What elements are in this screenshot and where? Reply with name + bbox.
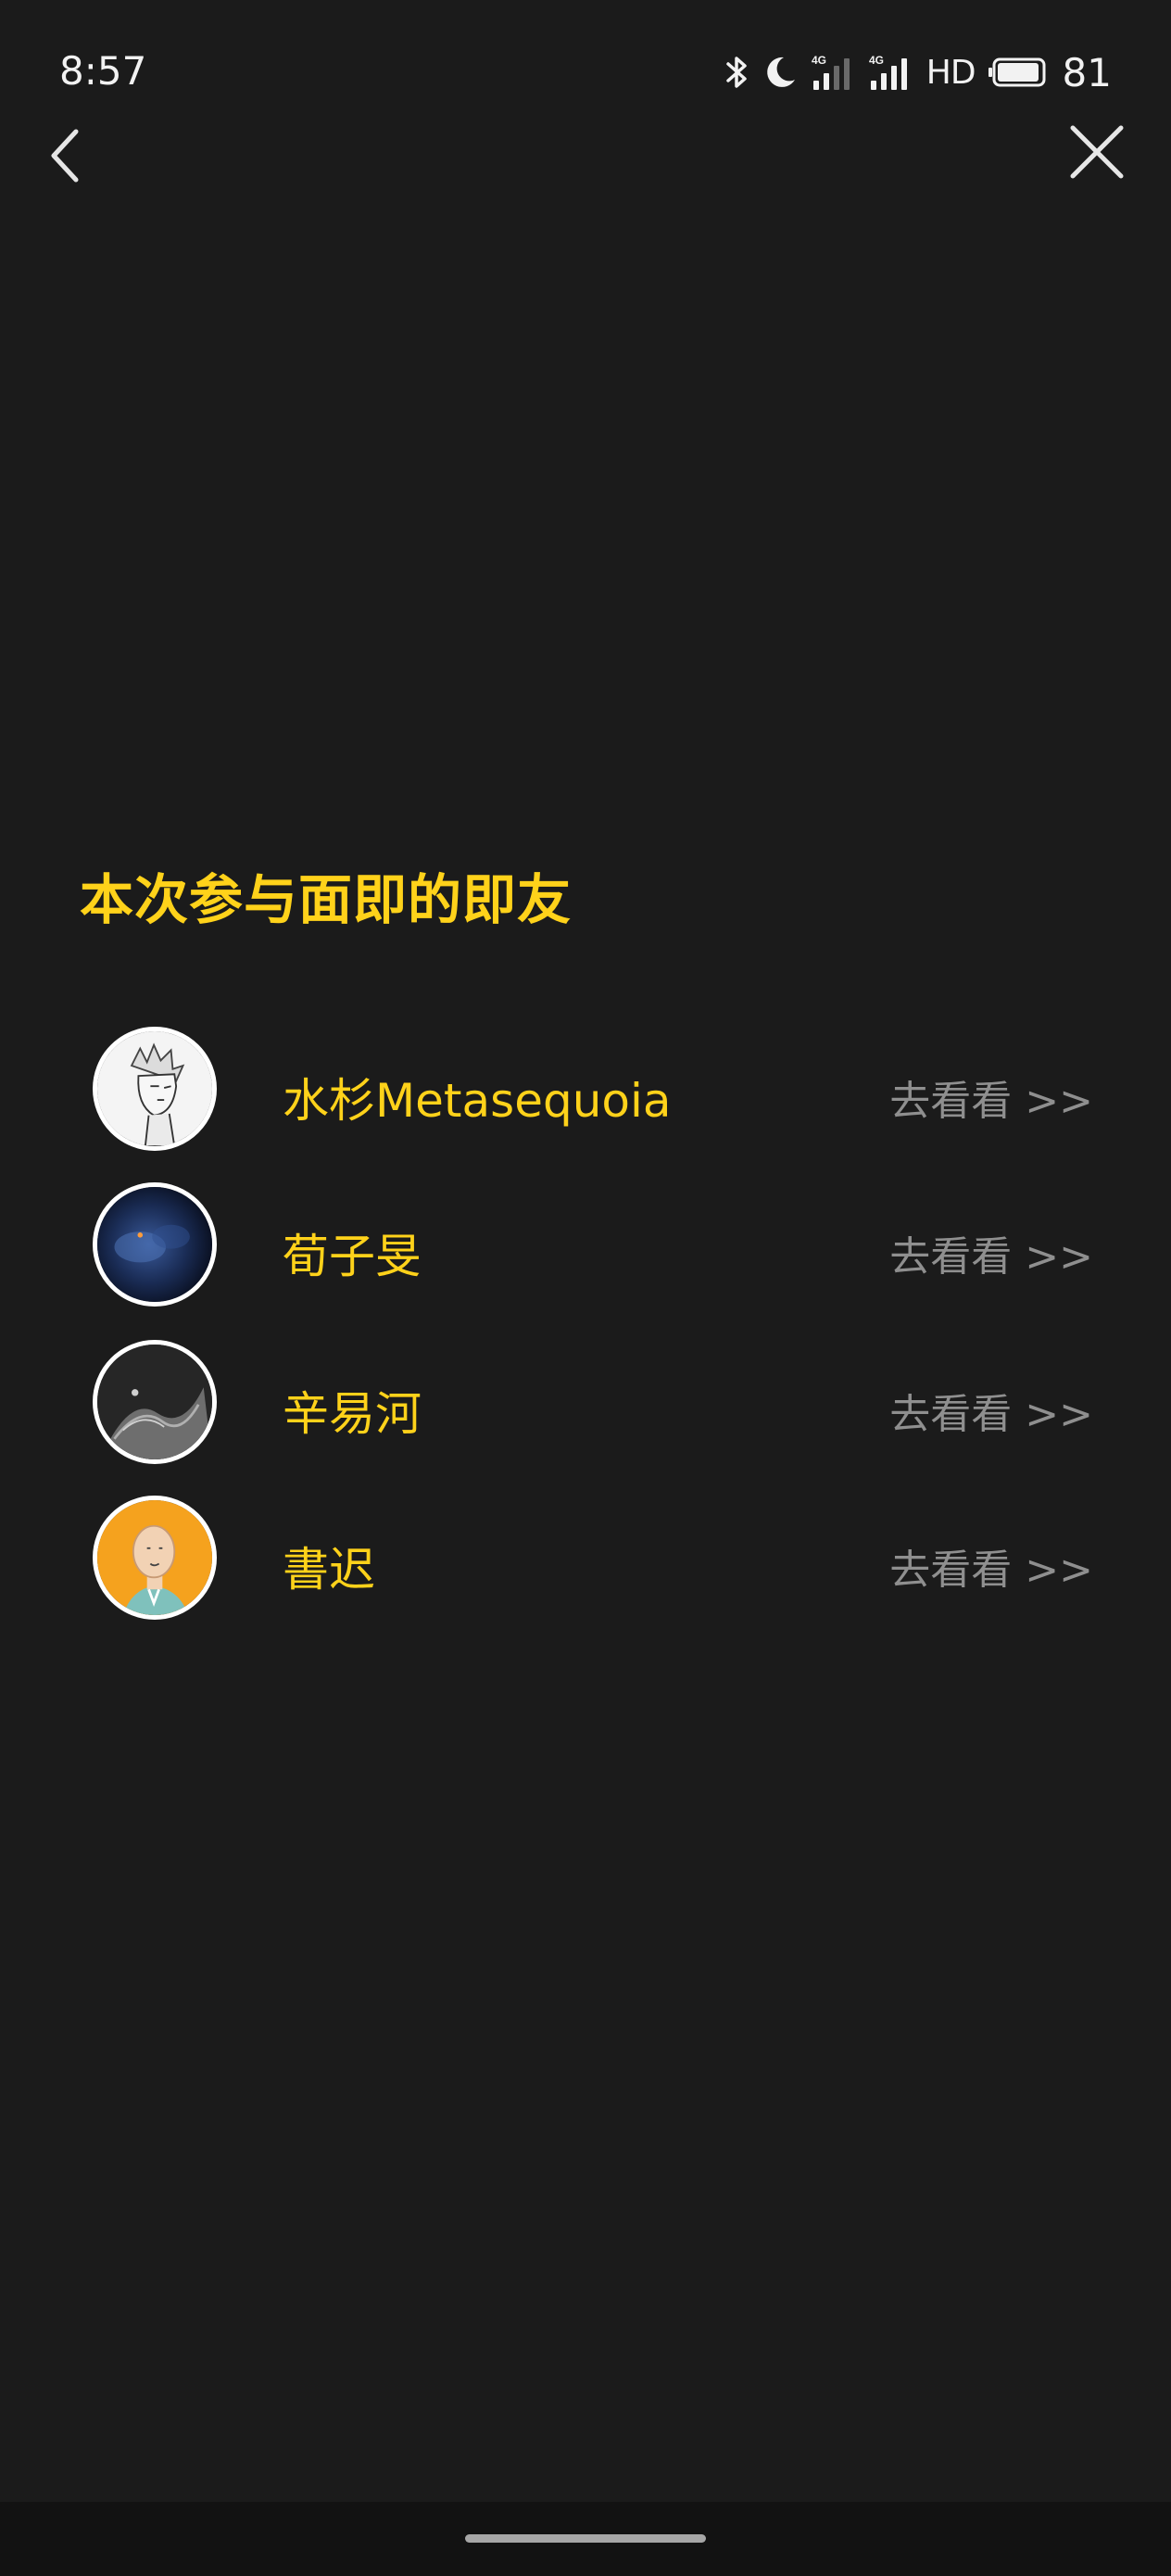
user-row[interactable]: 水杉Metasequoia 去看看 >> <box>0 1027 1171 1166</box>
signal-4g-icon: 4G <box>812 53 856 92</box>
go-see-link[interactable]: 去看看 >> <box>889 1067 1093 1127</box>
home-indicator[interactable] <box>465 2534 706 2543</box>
status-time: 8:57 <box>59 48 147 94</box>
user-row[interactable]: 荀子旻 去看看 >> <box>0 1182 1171 1321</box>
user-row[interactable]: 辛易河 去看看 >> <box>0 1340 1171 1479</box>
avatar[interactable] <box>93 1027 217 1151</box>
battery-percent: 81 <box>1062 49 1112 95</box>
go-see-link[interactable]: 去看看 >> <box>889 1381 1093 1440</box>
user-row[interactable]: 書迟 去看看 >> <box>0 1496 1171 1635</box>
user-name[interactable]: 荀子旻 <box>283 1219 422 1286</box>
moon-icon <box>763 54 799 91</box>
status-bar: 8:57 4G 4G HD 81 <box>0 0 1171 139</box>
status-icons: 4G 4G HD 81 <box>723 46 1112 98</box>
avatar[interactable] <box>93 1182 217 1307</box>
section-title: 本次参与面即的即友 <box>80 868 573 931</box>
cartoon-man-orange-image <box>97 1500 212 1615</box>
signal-4g-icon: 4G <box>869 53 913 92</box>
go-see-link[interactable]: 去看看 >> <box>889 1223 1093 1282</box>
avatar[interactable] <box>93 1340 217 1464</box>
user-name[interactable]: 水杉Metasequoia <box>283 1064 672 1130</box>
user-name[interactable]: 辛易河 <box>283 1377 422 1444</box>
chevron-left-icon <box>37 129 93 196</box>
close-button[interactable] <box>1060 115 1134 189</box>
sketch-portrait-image <box>97 1031 212 1146</box>
screen: 8:57 4G 4G HD 81 本次参与面即的即友 水杉Metasequoia… <box>0 0 1171 2576</box>
user-name[interactable]: 書迟 <box>283 1533 375 1599</box>
svg-text:4G: 4G <box>812 54 826 67</box>
close-icon <box>1060 125 1134 193</box>
bluetooth-icon <box>723 54 750 91</box>
back-button[interactable] <box>37 119 93 193</box>
battery-icon <box>988 57 1048 88</box>
avatar[interactable] <box>93 1496 217 1620</box>
gray-texture-image <box>97 1345 212 1459</box>
go-see-link[interactable]: 去看看 >> <box>889 1536 1093 1596</box>
hd-icon: HD <box>925 53 976 92</box>
svg-text:4G: 4G <box>869 54 884 67</box>
night-sky-image <box>97 1187 212 1302</box>
